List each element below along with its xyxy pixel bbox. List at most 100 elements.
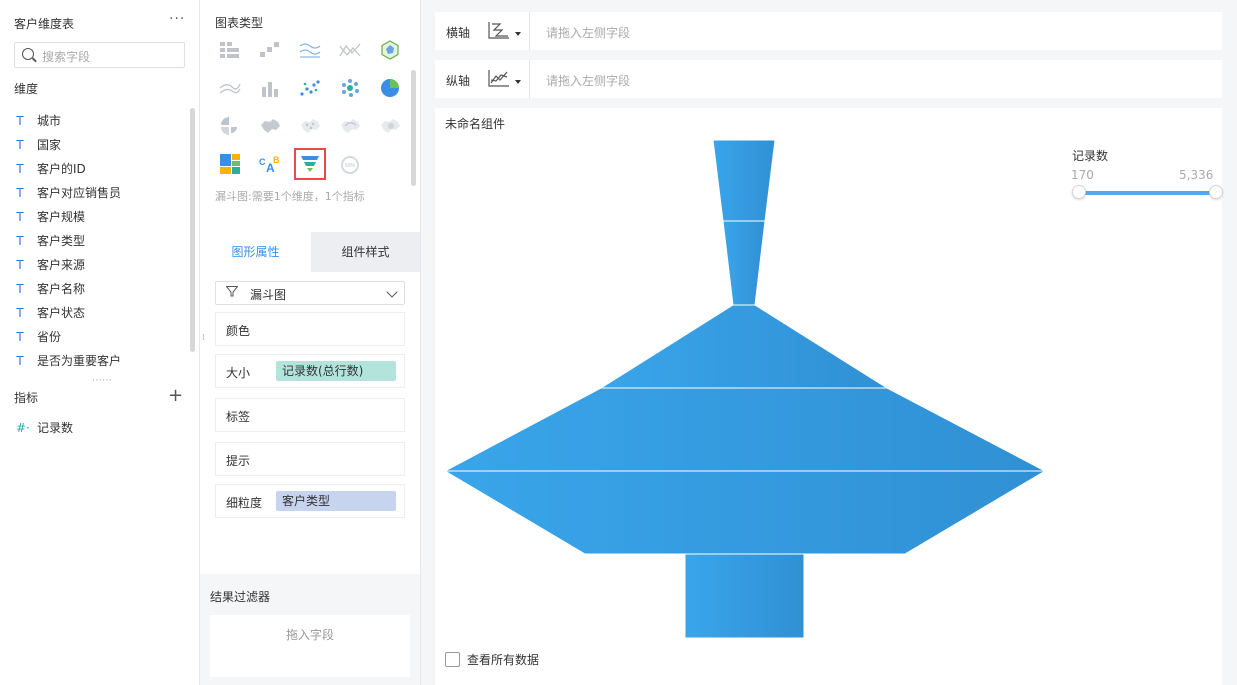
funnel-icon[interactable] bbox=[294, 148, 326, 180]
y-axis-dropzone[interactable]: 请拖入左侧字段 bbox=[546, 72, 630, 89]
dimension-item-city[interactable]: T 城市 bbox=[16, 109, 186, 133]
more-icon[interactable]: ··· bbox=[169, 11, 185, 27]
bar-chart-icon[interactable] bbox=[256, 74, 284, 102]
cross-table-icon[interactable] bbox=[256, 36, 284, 64]
svg-text:C: C bbox=[259, 157, 266, 167]
dimension-label: 客户状态 bbox=[37, 306, 86, 320]
x-axis-row: 横轴 请拖入左侧字段 bbox=[435, 12, 1222, 50]
dimension-label: 城市 bbox=[37, 114, 62, 128]
flow-map-icon[interactable] bbox=[336, 112, 364, 140]
dimension-item-country[interactable]: T 国家 bbox=[16, 133, 186, 157]
dimension-scrollbar[interactable] bbox=[190, 108, 195, 352]
y-axis-type-icon[interactable] bbox=[488, 69, 510, 87]
dimension-heading: 维度 bbox=[14, 82, 39, 96]
granularity-field-pill[interactable]: 客户类型 bbox=[276, 491, 396, 511]
metric-item-record-count[interactable]: #· 记录数 bbox=[16, 419, 73, 436]
tooltip-property[interactable]: 提示 bbox=[215, 442, 405, 476]
component-title-bar[interactable]: 未命名组件 bbox=[435, 108, 1222, 134]
y-axis-caret-icon[interactable] bbox=[515, 80, 521, 84]
funnel-segment[interactable] bbox=[684, 553, 805, 639]
table-name: 客户维度表 bbox=[14, 17, 75, 31]
checkbox-box[interactable] bbox=[445, 652, 460, 667]
dimension-item-important[interactable]: T 是否为重要客户 bbox=[16, 349, 186, 373]
granularity-property[interactable]: 细粒度 客户类型 bbox=[215, 484, 405, 518]
metric-label: 记录数 bbox=[37, 421, 74, 435]
funnel-segment[interactable] bbox=[722, 220, 766, 306]
panel-resize-grip-icon[interactable]: ⁞ bbox=[202, 334, 205, 343]
tab-graphic-properties[interactable]: 图形属性 bbox=[200, 232, 311, 272]
x-axis-label: 横轴 bbox=[446, 26, 471, 40]
tooltip-label: 提示 bbox=[226, 454, 251, 468]
size-label: 大小 bbox=[226, 366, 251, 380]
hex-map-icon[interactable] bbox=[376, 36, 404, 64]
dimension-item-customer-source[interactable]: T 客户来源 bbox=[16, 253, 186, 277]
property-tabs: 图形属性 组件样式 bbox=[200, 232, 420, 272]
label-property[interactable]: 标签 bbox=[215, 398, 405, 432]
legend-max: 5,336 bbox=[1179, 168, 1214, 182]
legend-title: 记录数 bbox=[1072, 149, 1109, 163]
chart-type-select-value: 漏斗图 bbox=[250, 288, 287, 302]
point-map-icon[interactable] bbox=[296, 112, 324, 140]
color-label: 颜色 bbox=[226, 324, 251, 338]
legend-max-handle[interactable] bbox=[1209, 185, 1223, 199]
dimension-item-customer-id[interactable]: T 客户的ID bbox=[16, 157, 186, 181]
dimension-label: 国家 bbox=[37, 138, 62, 152]
scatter-icon[interactable] bbox=[296, 74, 324, 102]
funnel-segment[interactable] bbox=[599, 304, 889, 389]
area-icon[interactable] bbox=[216, 74, 244, 102]
legend-range-slider[interactable] bbox=[1080, 191, 1217, 195]
region-map-icon[interactable] bbox=[256, 112, 284, 140]
y-axis-label: 纵轴 bbox=[446, 74, 471, 88]
chart-type-description: 漏斗图:需要1个维度，1个指标 bbox=[215, 190, 365, 203]
size-property[interactable]: 大小 记录数(总行数) bbox=[215, 354, 405, 388]
legend-min-handle[interactable] bbox=[1072, 185, 1086, 199]
rose-chart-icon[interactable] bbox=[216, 112, 244, 140]
bubble-icon[interactable] bbox=[336, 74, 364, 102]
size-field-pill[interactable]: 记录数(总行数) bbox=[276, 361, 396, 381]
x-axis-dropzone[interactable]: 请拖入左侧字段 bbox=[546, 24, 630, 41]
text-type-icon: T bbox=[16, 209, 24, 224]
treemap-icon[interactable] bbox=[216, 150, 244, 178]
multi-line-icon[interactable] bbox=[296, 36, 324, 64]
dimension-item-customer-type[interactable]: T 客户类型 bbox=[16, 229, 186, 253]
view-all-data-checkbox[interactable]: 查看所有数据 bbox=[445, 651, 539, 668]
text-type-icon: T bbox=[16, 137, 24, 152]
tab-component-style[interactable]: 组件样式 bbox=[311, 232, 420, 272]
word-cloud-icon[interactable]: CAB bbox=[256, 150, 284, 178]
color-property[interactable]: 颜色 bbox=[215, 312, 405, 346]
funnel-segment[interactable] bbox=[712, 139, 776, 222]
x-axis-caret-icon[interactable] bbox=[515, 32, 521, 36]
field-search-input[interactable]: 搜索字段 bbox=[14, 42, 185, 68]
dimension-item-customer-status[interactable]: T 客户状态 bbox=[16, 301, 186, 325]
legend-min: 170 bbox=[1071, 168, 1094, 182]
text-type-icon: T bbox=[16, 281, 24, 296]
table-icon[interactable] bbox=[216, 36, 244, 64]
resize-grip-icon[interactable]: ⋯⋯ bbox=[92, 375, 112, 386]
text-type-icon: T bbox=[16, 305, 24, 320]
dimension-label: 是否为重要客户 bbox=[37, 354, 122, 368]
dimension-item-customer-scale[interactable]: T 客户规模 bbox=[16, 205, 186, 229]
chart-canvas: 记录数 170 5,336 查看所有数据 bbox=[435, 134, 1223, 685]
chevron-down-icon bbox=[386, 286, 398, 298]
gauge-icon[interactable]: 50% bbox=[336, 150, 364, 178]
svg-text:B: B bbox=[273, 155, 280, 165]
dimension-item-province[interactable]: T 省份 bbox=[16, 325, 186, 349]
dimension-item-customer-name[interactable]: T 客户名称 bbox=[16, 277, 186, 301]
pie-chart-icon[interactable] bbox=[376, 74, 404, 102]
funnel-segment[interactable] bbox=[444, 387, 1046, 472]
chart-type-scrollbar[interactable] bbox=[411, 70, 416, 186]
heat-map-icon[interactable] bbox=[376, 112, 404, 140]
dimension-label: 客户对应销售员 bbox=[37, 186, 122, 200]
chart-type-select[interactable]: 漏斗图 bbox=[215, 281, 405, 305]
chart-area: 横轴 请拖入左侧字段 纵轴 请拖入左侧字段 未命名组件 记录数 170 5,33… bbox=[421, 0, 1237, 685]
funnel-segment[interactable] bbox=[443, 470, 1047, 555]
add-metric-icon[interactable]: + bbox=[168, 385, 183, 406]
result-filter-dropzone[interactable]: 拖入字段 bbox=[210, 615, 410, 677]
dimension-label: 客户的ID bbox=[37, 162, 86, 176]
x-axis-type-icon[interactable] bbox=[488, 21, 510, 39]
radar-line-icon[interactable] bbox=[336, 36, 364, 64]
dimension-label: 客户来源 bbox=[37, 258, 86, 272]
dimension-item-salesperson[interactable]: T 客户对应销售员 bbox=[16, 181, 186, 205]
chart-type-title: 图表类型 bbox=[215, 16, 264, 30]
search-icon bbox=[22, 48, 34, 60]
